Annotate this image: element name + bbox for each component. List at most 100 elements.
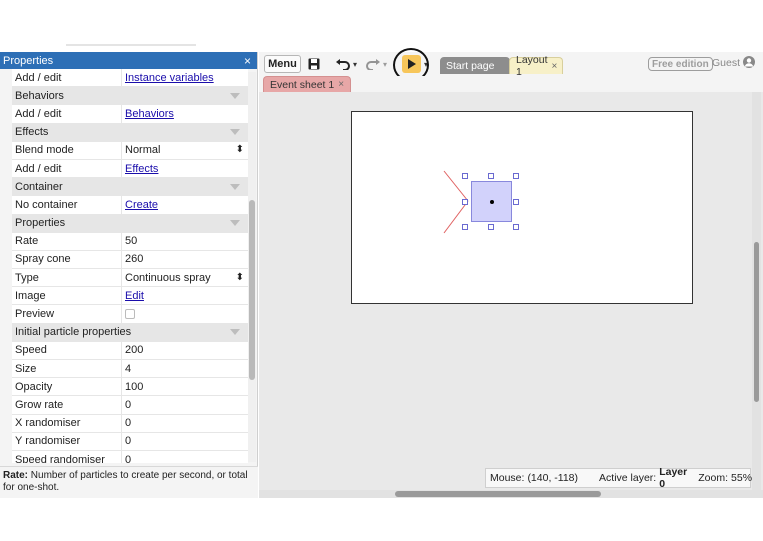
property-name: Y randomiser xyxy=(12,432,122,450)
tab-label: Layout 1 xyxy=(516,54,548,78)
tab-label: Start page xyxy=(446,59,495,72)
section-label: Properties xyxy=(15,217,66,230)
property-name: Add / edit xyxy=(12,159,122,178)
save-icon[interactable] xyxy=(307,56,321,72)
redo-icon[interactable] xyxy=(365,56,381,72)
property-input[interactable]: 260 xyxy=(122,251,248,268)
tab-start-page[interactable]: Start page xyxy=(440,57,510,74)
resize-handle[interactable] xyxy=(462,173,468,179)
property-section-header[interactable]: Behaviors xyxy=(12,87,248,106)
property-name: Speed randomiser xyxy=(12,450,122,463)
editor-pane: Menu ▾ ▾ ▾ Start page Layout 1 × Free ed… xyxy=(259,48,763,498)
active-layer-value: Layer 0 xyxy=(659,466,688,490)
properties-panel: Properties × Add / edit Instance variable… xyxy=(0,52,258,498)
resize-handle[interactable] xyxy=(462,199,468,205)
property-input[interactable]: 0 xyxy=(122,433,248,450)
property-link[interactable]: Edit xyxy=(125,290,144,302)
property-row: Opacity 100 xyxy=(12,378,248,397)
property-link[interactable]: Behaviors xyxy=(125,108,174,120)
property-input[interactable]: 50 xyxy=(122,233,248,250)
collapse-arrow-icon[interactable] xyxy=(230,220,240,227)
vertical-scrollbar[interactable] xyxy=(752,92,761,498)
tab-layout-1[interactable]: Layout 1 × xyxy=(509,54,563,78)
horizontal-scrollbar[interactable] xyxy=(259,490,763,498)
status-bar: Mouse: (140, -118) Active layer: Layer 0… xyxy=(485,466,752,490)
property-name: Add / edit xyxy=(12,105,122,123)
properties-scrollbar[interactable] xyxy=(248,72,256,462)
property-value: Create xyxy=(122,196,248,213)
particles-object[interactable] xyxy=(471,181,512,222)
undo-icon[interactable] xyxy=(335,56,351,72)
property-section-header[interactable]: Effects xyxy=(12,123,248,142)
property-name: Opacity xyxy=(12,378,122,396)
property-row: Size 4 xyxy=(12,360,248,379)
property-row: Type Continuous spray ⬍ xyxy=(12,269,248,288)
property-name: Grow rate xyxy=(12,396,122,414)
property-input[interactable]: 0 xyxy=(122,415,248,432)
property-section-header[interactable]: Properties xyxy=(12,214,248,233)
guest-label[interactable]: Guest xyxy=(712,57,740,69)
active-layer-label: Active layer: xyxy=(599,472,657,484)
mouse-label: Mouse: xyxy=(490,472,525,484)
property-value: Effects xyxy=(122,160,248,177)
resize-handle[interactable] xyxy=(488,173,494,179)
main-toolbar: Menu ▾ ▾ ▾ Start page Layout 1 × Free ed… xyxy=(259,48,763,82)
select-arrows-icon: ⬍ xyxy=(235,144,244,156)
property-row: Add / edit Effects xyxy=(12,159,248,179)
select-value: Normal xyxy=(125,144,161,157)
property-link[interactable]: Create xyxy=(125,199,158,211)
dropdown-arrow-icon[interactable]: ▾ xyxy=(382,56,388,72)
collapse-arrow-icon[interactable] xyxy=(230,183,240,190)
collapse-arrow-icon[interactable] xyxy=(230,129,240,136)
select-arrows-icon: ⬍ xyxy=(235,271,244,283)
tab-label: Event sheet 1 xyxy=(270,78,335,91)
property-row: Speed 200 xyxy=(12,341,248,360)
section-label: Container xyxy=(15,180,63,193)
layout-canvas[interactable] xyxy=(351,111,693,304)
description-term: Rate: xyxy=(3,470,29,481)
collapse-arrow-icon[interactable] xyxy=(230,92,240,99)
property-section-header[interactable]: Initial particle properties xyxy=(12,323,248,342)
property-grid: Add / edit Instance variables Behaviors Add… xyxy=(12,69,248,463)
preview-checkbox[interactable] xyxy=(125,309,135,320)
section-label: Behaviors xyxy=(15,89,64,102)
collapse-arrow-icon[interactable] xyxy=(230,329,240,336)
resize-handle[interactable] xyxy=(513,224,519,230)
property-row: No container Create xyxy=(12,196,248,215)
dropdown-arrow-icon[interactable]: ▾ xyxy=(352,56,358,72)
resize-handle[interactable] xyxy=(513,199,519,205)
properties-header: Properties × xyxy=(0,52,257,69)
secondary-tabs: Event sheet 1 × xyxy=(259,76,763,92)
property-link[interactable]: Effects xyxy=(125,163,158,175)
property-select[interactable]: Continuous spray ⬍ xyxy=(122,269,248,286)
property-section-header[interactable]: Container xyxy=(12,178,248,197)
property-input[interactable]: 200 xyxy=(122,342,248,359)
resize-handle[interactable] xyxy=(462,224,468,230)
tab-event-sheet-1[interactable]: Event sheet 1 × xyxy=(263,76,352,92)
property-select[interactable]: Normal ⬍ xyxy=(122,142,248,159)
origin-point xyxy=(490,200,494,204)
free-edition-badge[interactable]: Free edition xyxy=(648,57,713,71)
resize-handle[interactable] xyxy=(513,173,519,179)
property-name: Speed xyxy=(12,341,122,359)
property-name: Type xyxy=(12,269,122,287)
property-input[interactable]: 4 xyxy=(122,360,248,377)
close-icon[interactable]: × xyxy=(338,79,344,90)
close-icon[interactable]: × xyxy=(552,61,558,72)
section-label: Initial particle properties xyxy=(15,326,132,339)
resize-handle[interactable] xyxy=(488,224,494,230)
property-row: Speed randomiser 0 xyxy=(12,450,248,463)
property-name: Add / edit xyxy=(12,69,122,87)
user-icon[interactable] xyxy=(743,56,755,68)
property-row: Preview xyxy=(12,305,248,324)
property-input[interactable]: 100 xyxy=(122,378,248,395)
property-input[interactable]: 0 xyxy=(122,396,248,413)
browser-top-strip xyxy=(0,0,763,50)
property-input[interactable]: 0 xyxy=(122,451,248,463)
property-link[interactable]: Instance variables xyxy=(125,72,214,84)
close-icon[interactable]: × xyxy=(244,54,251,68)
property-value: Behaviors xyxy=(122,105,248,122)
property-row: Rate 50 xyxy=(12,232,248,251)
layout-view[interactable] xyxy=(259,92,763,498)
menu-button[interactable]: Menu xyxy=(264,55,301,73)
